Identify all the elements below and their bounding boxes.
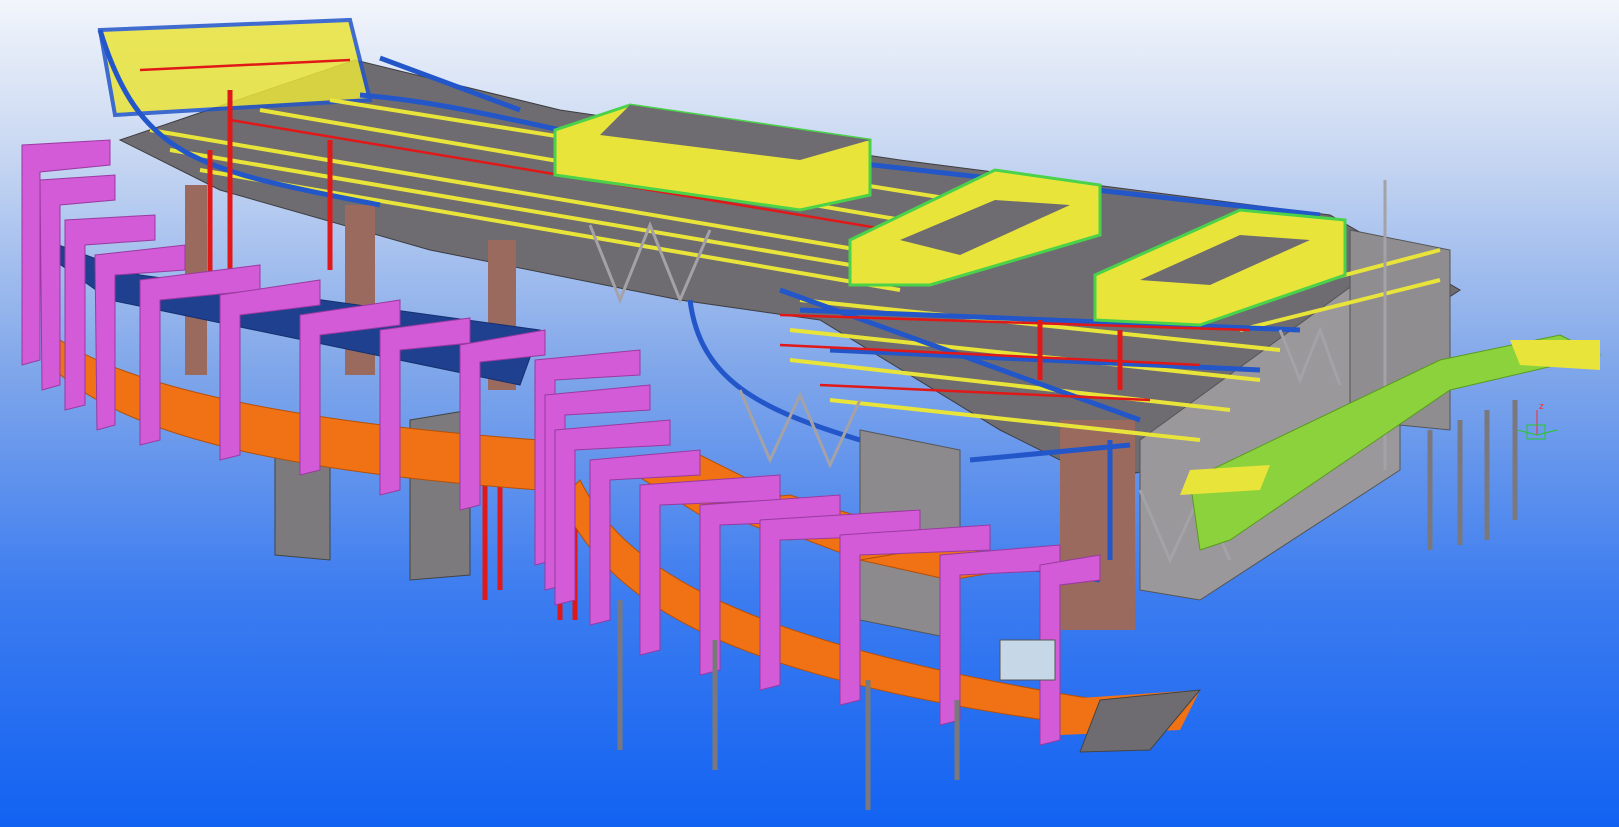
upper-roof-frame (97, 17, 373, 118)
structural-model-view[interactable] (0, 0, 1619, 827)
gizmo-box (1526, 424, 1546, 440)
z-axis-label: z (1539, 402, 1544, 412)
glazing-frame (999, 639, 1056, 681)
y-axis-line (1536, 429, 1558, 436)
axis-orientation-gizmo: z x y (1512, 400, 1572, 450)
model-viewport[interactable]: z x y (0, 0, 1619, 827)
